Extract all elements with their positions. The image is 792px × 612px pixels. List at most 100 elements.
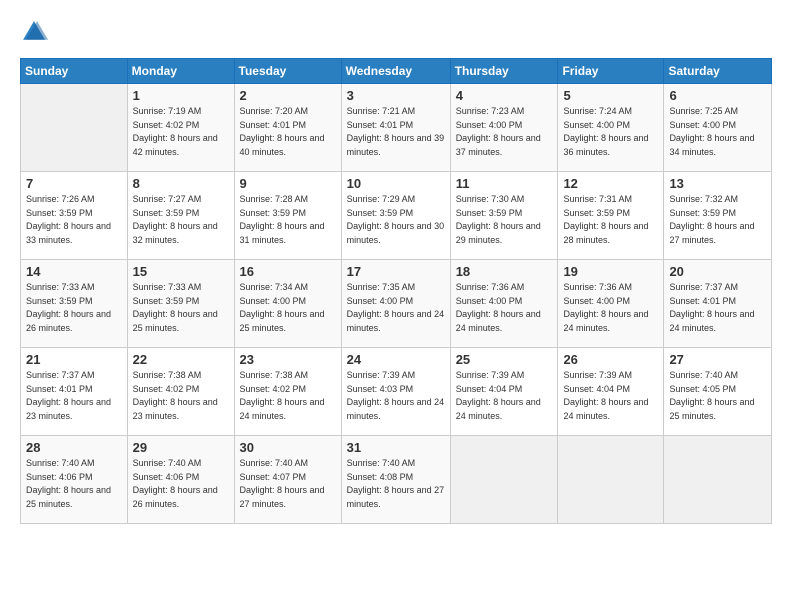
- day-number: 27: [669, 352, 766, 367]
- day-cell: 2 Sunrise: 7:20 AMSunset: 4:01 PMDaylight…: [234, 84, 341, 172]
- day-cell: 23 Sunrise: 7:38 AMSunset: 4:02 PMDayligh…: [234, 348, 341, 436]
- day-info: Sunrise: 7:40 AMSunset: 4:06 PMDaylight:…: [133, 457, 229, 511]
- week-row-1: 1Sunrise: 7:19 AMSunset: 4:02 PMDaylight…: [21, 84, 772, 172]
- day-cell: 22 Sunrise: 7:38 AMSunset: 4:02 PMDayligh…: [127, 348, 234, 436]
- week-row-3: 14 Sunrise: 7:33 AMSunset: 3:59 PMDayligh…: [21, 260, 772, 348]
- day-cell: 14 Sunrise: 7:33 AMSunset: 3:59 PMDayligh…: [21, 260, 128, 348]
- day-info: Sunrise: 7:39 AMSunset: 4:03 PMDaylight:…: [347, 369, 445, 423]
- day-cell: 13 Sunrise: 7:32 AMSunset: 3:59 PMDayligh…: [664, 172, 772, 260]
- day-cell: 7Sunrise: 7:26 AMSunset: 3:59 PMDaylight…: [21, 172, 128, 260]
- calendar-body: 1Sunrise: 7:19 AMSunset: 4:02 PMDaylight…: [21, 84, 772, 524]
- day-number: 10: [347, 176, 445, 191]
- day-cell: 9Sunrise: 7:28 AMSunset: 3:59 PMDaylight…: [234, 172, 341, 260]
- day-number: 3: [347, 88, 445, 103]
- day-info: Sunrise: 7:39 AMSunset: 4:04 PMDaylight:…: [563, 369, 658, 423]
- day-number: 17: [347, 264, 445, 279]
- day-cell: [450, 436, 558, 524]
- day-number: 12: [563, 176, 658, 191]
- day-cell: 31 Sunrise: 7:40 AMSunset: 4:08 PMDayligh…: [341, 436, 450, 524]
- day-header-monday: Monday: [127, 59, 234, 84]
- day-info: Sunrise: 7:19 AMSunset: 4:02 PMDaylight:…: [133, 105, 229, 159]
- day-cell: 19Sunrise: 7:36 AMSunset: 4:00 PMDayligh…: [558, 260, 664, 348]
- calendar: SundayMondayTuesdayWednesdayThursdayFrid…: [20, 58, 772, 524]
- day-number: 28: [26, 440, 122, 455]
- day-info: Sunrise: 7:38 AMSunset: 4:02 PMDaylight:…: [240, 369, 336, 423]
- day-info: Sunrise: 7:27 AMSunset: 3:59 PMDaylight:…: [133, 193, 229, 247]
- day-info: Sunrise: 7:32 AMSunset: 3:59 PMDaylight:…: [669, 193, 766, 247]
- day-number: 16: [240, 264, 336, 279]
- day-info: Sunrise: 7:40 AMSunset: 4:08 PMDaylight:…: [347, 457, 445, 511]
- day-cell: 3 Sunrise: 7:21 AMSunset: 4:01 PMDaylight…: [341, 84, 450, 172]
- day-info: Sunrise: 7:34 AMSunset: 4:00 PMDaylight:…: [240, 281, 336, 335]
- day-info: Sunrise: 7:20 AMSunset: 4:01 PMDaylight:…: [240, 105, 336, 159]
- day-number: 30: [240, 440, 336, 455]
- day-number: 31: [347, 440, 445, 455]
- day-info: Sunrise: 7:33 AMSunset: 3:59 PMDaylight:…: [26, 281, 122, 335]
- day-number: 8: [133, 176, 229, 191]
- page: SundayMondayTuesdayWednesdayThursdayFrid…: [0, 0, 792, 612]
- day-info: Sunrise: 7:40 AMSunset: 4:06 PMDaylight:…: [26, 457, 122, 511]
- day-cell: 30Sunrise: 7:40 AMSunset: 4:07 PMDayligh…: [234, 436, 341, 524]
- day-info: Sunrise: 7:23 AMSunset: 4:00 PMDaylight:…: [456, 105, 553, 159]
- day-cell: 16 Sunrise: 7:34 AMSunset: 4:00 PMDayligh…: [234, 260, 341, 348]
- day-cell: 24Sunrise: 7:39 AMSunset: 4:03 PMDayligh…: [341, 348, 450, 436]
- day-info: Sunrise: 7:25 AMSunset: 4:00 PMDaylight:…: [669, 105, 766, 159]
- day-number: 9: [240, 176, 336, 191]
- day-info: Sunrise: 7:40 AMSunset: 4:05 PMDaylight:…: [669, 369, 766, 423]
- day-number: 13: [669, 176, 766, 191]
- day-info: Sunrise: 7:33 AMSunset: 3:59 PMDaylight:…: [133, 281, 229, 335]
- day-cell: 6 Sunrise: 7:25 AMSunset: 4:00 PMDaylight…: [664, 84, 772, 172]
- day-cell: 12 Sunrise: 7:31 AMSunset: 3:59 PMDayligh…: [558, 172, 664, 260]
- day-number: 15: [133, 264, 229, 279]
- day-cell: [664, 436, 772, 524]
- day-header-saturday: Saturday: [664, 59, 772, 84]
- header: [20, 18, 772, 46]
- day-cell: 10 Sunrise: 7:29 AMSunset: 3:59 PMDayligh…: [341, 172, 450, 260]
- day-info: Sunrise: 7:30 AMSunset: 3:59 PMDaylight:…: [456, 193, 553, 247]
- week-row-2: 7Sunrise: 7:26 AMSunset: 3:59 PMDaylight…: [21, 172, 772, 260]
- day-number: 21: [26, 352, 122, 367]
- day-number: 26: [563, 352, 658, 367]
- day-number: 29: [133, 440, 229, 455]
- day-cell: 5Sunrise: 7:24 AMSunset: 4:00 PMDaylight…: [558, 84, 664, 172]
- week-row-5: 28 Sunrise: 7:40 AMSunset: 4:06 PMDayligh…: [21, 436, 772, 524]
- day-number: 4: [456, 88, 553, 103]
- day-info: Sunrise: 7:37 AMSunset: 4:01 PMDaylight:…: [669, 281, 766, 335]
- day-cell: 4 Sunrise: 7:23 AMSunset: 4:00 PMDaylight…: [450, 84, 558, 172]
- day-info: Sunrise: 7:29 AMSunset: 3:59 PMDaylight:…: [347, 193, 445, 247]
- day-info: Sunrise: 7:38 AMSunset: 4:02 PMDaylight:…: [133, 369, 229, 423]
- day-info: Sunrise: 7:37 AMSunset: 4:01 PMDaylight:…: [26, 369, 122, 423]
- day-info: Sunrise: 7:24 AMSunset: 4:00 PMDaylight:…: [563, 105, 658, 159]
- day-header-wednesday: Wednesday: [341, 59, 450, 84]
- day-header-sunday: Sunday: [21, 59, 128, 84]
- day-header-tuesday: Tuesday: [234, 59, 341, 84]
- day-number: 20: [669, 264, 766, 279]
- day-cell: 1Sunrise: 7:19 AMSunset: 4:02 PMDaylight…: [127, 84, 234, 172]
- day-number: 18: [456, 264, 553, 279]
- day-cell: 20 Sunrise: 7:37 AMSunset: 4:01 PMDayligh…: [664, 260, 772, 348]
- day-number: 6: [669, 88, 766, 103]
- day-info: Sunrise: 7:39 AMSunset: 4:04 PMDaylight:…: [456, 369, 553, 423]
- day-number: 23: [240, 352, 336, 367]
- day-cell: 27 Sunrise: 7:40 AMSunset: 4:05 PMDayligh…: [664, 348, 772, 436]
- logo-icon: [20, 18, 48, 46]
- week-row-4: 21 Sunrise: 7:37 AMSunset: 4:01 PMDayligh…: [21, 348, 772, 436]
- day-info: Sunrise: 7:26 AMSunset: 3:59 PMDaylight:…: [26, 193, 122, 247]
- day-cell: 28 Sunrise: 7:40 AMSunset: 4:06 PMDayligh…: [21, 436, 128, 524]
- header-row: SundayMondayTuesdayWednesdayThursdayFrid…: [21, 59, 772, 84]
- day-number: 14: [26, 264, 122, 279]
- day-info: Sunrise: 7:21 AMSunset: 4:01 PMDaylight:…: [347, 105, 445, 159]
- logo: [20, 18, 52, 46]
- day-number: 2: [240, 88, 336, 103]
- day-header-friday: Friday: [558, 59, 664, 84]
- day-info: Sunrise: 7:31 AMSunset: 3:59 PMDaylight:…: [563, 193, 658, 247]
- day-cell: 29 Sunrise: 7:40 AMSunset: 4:06 PMDayligh…: [127, 436, 234, 524]
- day-info: Sunrise: 7:35 AMSunset: 4:00 PMDaylight:…: [347, 281, 445, 335]
- day-info: Sunrise: 7:36 AMSunset: 4:00 PMDaylight:…: [563, 281, 658, 335]
- day-cell: [21, 84, 128, 172]
- day-number: 25: [456, 352, 553, 367]
- day-cell: [558, 436, 664, 524]
- day-number: 22: [133, 352, 229, 367]
- day-cell: 15 Sunrise: 7:33 AMSunset: 3:59 PMDayligh…: [127, 260, 234, 348]
- day-info: Sunrise: 7:36 AMSunset: 4:00 PMDaylight:…: [456, 281, 553, 335]
